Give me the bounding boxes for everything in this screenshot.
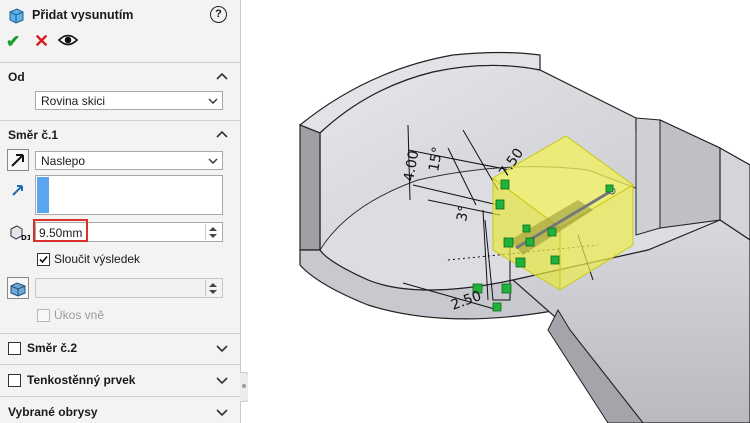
chevron-down-icon[interactable] xyxy=(216,343,228,353)
merge-result-checkbox[interactable] xyxy=(37,253,50,266)
confirm-button[interactable]: ✔ xyxy=(6,32,20,52)
end-condition-select[interactable]: Naslepo xyxy=(35,151,223,170)
extrude-boss-icon xyxy=(9,8,24,24)
chevron-down-icon[interactable] xyxy=(216,407,228,417)
spin-up-icon[interactable] xyxy=(208,226,218,232)
checkmark-icon xyxy=(39,255,48,264)
dimension-label: 3° xyxy=(454,204,473,222)
draft-angle-input xyxy=(35,278,223,298)
divider xyxy=(0,396,240,397)
help-button[interactable]: ? xyxy=(210,6,227,23)
graphics-viewport[interactable]: 7.50 4.00 15° 3° 2.50 xyxy=(248,0,750,423)
spin-up-icon xyxy=(209,283,217,287)
section-header-selected-contours[interactable]: Vybrané obrysy xyxy=(8,405,98,419)
draft-outward-checkbox xyxy=(37,309,50,322)
preview-eye-icon[interactable] xyxy=(58,33,78,47)
section-header-from[interactable]: Od xyxy=(8,70,25,84)
reverse-direction-icon[interactable] xyxy=(7,149,29,171)
chevron-down-icon xyxy=(208,158,218,164)
draft-spinner xyxy=(205,280,220,296)
svg-text:D1: D1 xyxy=(21,234,30,241)
selection-accent xyxy=(37,177,49,213)
direction-vector-icon[interactable] xyxy=(10,181,26,197)
start-condition-select[interactable]: Rovina skici xyxy=(35,91,223,110)
chevron-up-icon[interactable] xyxy=(216,71,228,81)
end-condition-value: Naslepo xyxy=(41,154,86,168)
feature-title: Přidat vysunutím xyxy=(32,8,134,22)
direction2-checkbox[interactable] xyxy=(8,342,21,355)
chevron-down-icon xyxy=(208,98,218,104)
feature-title-row: Přidat vysunutím ? xyxy=(0,0,240,30)
cancel-button[interactable]: ✕ xyxy=(34,31,49,52)
depth-highlight-box xyxy=(33,219,88,242)
section-header-direction2[interactable]: Směr č.2 xyxy=(27,341,77,355)
section-header-thin-feature[interactable]: Tenkostěnný prvek xyxy=(27,373,135,387)
divider xyxy=(0,62,240,63)
start-condition-value: Rovina skici xyxy=(41,94,106,108)
thin-feature-checkbox[interactable] xyxy=(8,374,21,387)
direction-selection-box[interactable] xyxy=(35,175,223,215)
divider xyxy=(0,364,240,365)
depth-icon: D1 xyxy=(10,225,30,241)
divider xyxy=(0,120,240,121)
divider xyxy=(0,333,240,334)
spin-down-icon[interactable] xyxy=(208,233,218,239)
depth-spinner[interactable] xyxy=(205,224,220,240)
draft-outward-label: Úkos vně xyxy=(54,308,105,322)
chevron-down-icon[interactable] xyxy=(216,375,228,385)
property-manager-panel: Přidat vysunutím ? ✔ ✕ Od Rovina skici S… xyxy=(0,0,241,423)
merge-result-label: Sloučit výsledek xyxy=(54,252,141,266)
section-header-direction1[interactable]: Směr č.1 xyxy=(8,128,58,142)
draft-icon[interactable] xyxy=(7,277,29,299)
spin-down-icon xyxy=(209,290,217,294)
chevron-up-icon[interactable] xyxy=(216,129,228,139)
